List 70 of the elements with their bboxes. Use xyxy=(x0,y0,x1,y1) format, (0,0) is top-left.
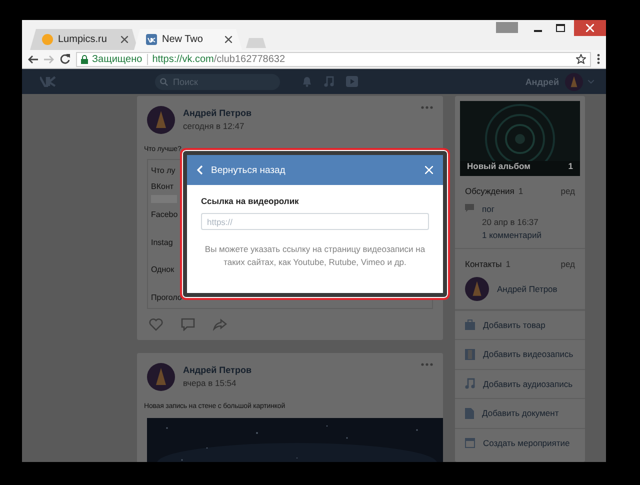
bell-icon[interactable] xyxy=(302,76,312,87)
music-note-icon[interactable] xyxy=(324,76,334,87)
new-tab-button[interactable] xyxy=(246,38,266,48)
music-note-icon xyxy=(465,378,475,390)
close-button[interactable] xyxy=(574,20,606,36)
author-name[interactable]: Андрей Петров xyxy=(183,365,413,375)
author-name[interactable]: Андрей Петров xyxy=(183,108,413,118)
edit-link[interactable]: ред xyxy=(560,258,575,269)
reload-icon[interactable] xyxy=(60,54,70,64)
vk-icon xyxy=(146,34,157,45)
play-icon[interactable] xyxy=(346,76,358,87)
poll-footer: Проголо xyxy=(151,293,182,302)
hint-text: Вы можете указать ссылку на страницу видеозаписи на таких сайтах, как Youtube, Rutube, Vimeo и др. xyxy=(204,243,426,269)
heart-icon[interactable] xyxy=(149,318,163,331)
section-count: 1 xyxy=(518,186,524,196)
album-count: 1 xyxy=(568,160,573,171)
avatar[interactable] xyxy=(147,363,175,391)
more-icon[interactable] xyxy=(421,363,433,366)
field-label: Ссылка на видеоролик xyxy=(201,196,300,206)
poll-option[interactable]: Instag xyxy=(151,238,173,247)
avatar[interactable] xyxy=(465,276,489,301)
topic-date: 20 апр в 16:37 xyxy=(482,216,540,227)
url-text: https://vk.com/club162778632 xyxy=(152,54,286,64)
sidebar-action[interactable]: Добавить документ xyxy=(455,398,585,428)
share-icon[interactable] xyxy=(213,318,227,331)
close-icon[interactable] xyxy=(225,36,232,43)
chevron-left-icon[interactable] xyxy=(197,165,203,175)
bag-icon xyxy=(465,319,475,330)
address-bar[interactable]: Защищено https://vk.com/club162778632 xyxy=(76,52,591,66)
user-name[interactable]: Андрей xyxy=(525,76,559,86)
contact-name[interactable]: Андрей Петров xyxy=(497,284,558,294)
forward-icon[interactable] xyxy=(44,54,54,64)
avatar[interactable] xyxy=(147,106,175,134)
star-icon[interactable] xyxy=(576,54,586,64)
section-count: 1 xyxy=(506,258,510,269)
section-title[interactable]: Контакты xyxy=(465,258,502,269)
sidebar-action[interactable]: Создать мероприятие xyxy=(455,428,585,457)
comment-icon[interactable] xyxy=(181,318,195,331)
sidebar-action[interactable]: Добавить аудиозапись xyxy=(455,368,585,398)
poll-option[interactable]: Facebo xyxy=(151,210,178,219)
lock-icon xyxy=(81,54,88,64)
poll-option[interactable]: Однок xyxy=(151,265,174,274)
browser-tab[interactable]: New Two xyxy=(134,29,242,50)
section-title[interactable]: Обсуждения xyxy=(465,186,514,196)
back-icon[interactable] xyxy=(28,54,38,64)
caret-icon[interactable] xyxy=(588,80,594,84)
url-input-field[interactable]: https:// xyxy=(201,213,429,230)
poll-option[interactable]: ВКонт xyxy=(151,182,174,191)
sidebar-action[interactable]: Добавить видеозапись xyxy=(455,339,585,369)
avatar[interactable] xyxy=(565,72,583,90)
calendar-icon xyxy=(465,437,475,448)
topic-title[interactable]: пог xyxy=(482,204,542,214)
sidebar-action[interactable]: Добавить товар xyxy=(455,310,585,340)
menu-icon[interactable] xyxy=(597,54,600,64)
film-icon xyxy=(465,348,475,360)
post-time[interactable]: сегодня в 12:47 xyxy=(183,121,413,131)
post-time[interactable]: вчера в 15:54 xyxy=(183,378,413,388)
edit-link[interactable]: ред xyxy=(560,186,575,196)
comment-count[interactable]: 1 комментарий xyxy=(482,230,542,240)
sun-icon xyxy=(42,34,53,45)
browser-tab[interactable]: Lumpics.ru xyxy=(30,29,138,50)
document-icon xyxy=(465,408,474,419)
maximize-icon xyxy=(556,24,564,32)
close-icon xyxy=(586,24,594,32)
close-icon[interactable] xyxy=(121,36,128,43)
security-label: Защищено xyxy=(92,54,148,64)
album-title[interactable]: Новый альбом xyxy=(467,160,530,171)
speech-bubble-icon xyxy=(465,204,474,212)
poll-title: Что лу xyxy=(151,166,176,175)
more-icon[interactable] xyxy=(421,106,433,109)
